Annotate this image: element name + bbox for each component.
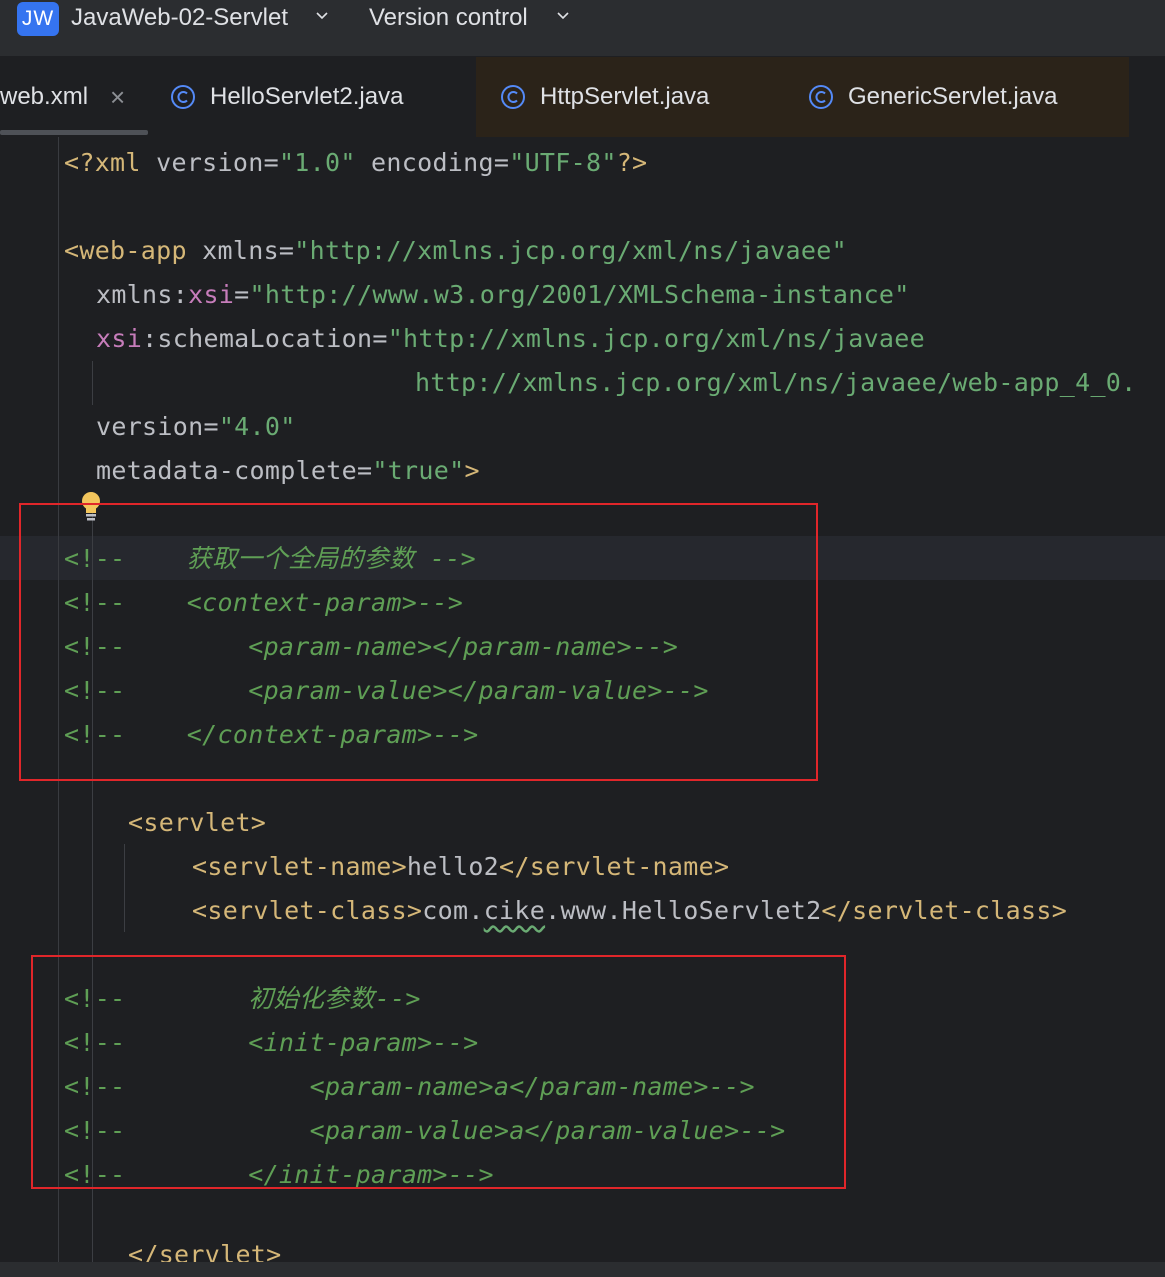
tab-label: GenericServlet.java bbox=[848, 83, 1058, 110]
project-name[interactable]: JavaWeb-02-Servlet bbox=[71, 4, 288, 32]
java-class-icon bbox=[171, 85, 195, 109]
horizontal-scrollbar[interactable] bbox=[0, 1262, 1165, 1277]
title-bar: JW JavaWeb-02-Servlet Version control bbox=[0, 0, 1165, 57]
close-icon[interactable]: × bbox=[110, 82, 125, 113]
code-line: xsi:schemaLocation="http://xmlns.jcp.org… bbox=[96, 324, 925, 353]
tab-label: web.xml bbox=[0, 83, 89, 110]
highlight-box-init-param bbox=[31, 955, 846, 1189]
code-line: version="4.0" bbox=[96, 412, 296, 441]
code-line: <?xml version="1.0" encoding="UTF-8"?> bbox=[64, 148, 648, 177]
tab-label: HelloServlet2.java bbox=[210, 83, 404, 110]
java-class-icon bbox=[501, 85, 525, 109]
code-line: <web-app xmlns="http://xmlns.jcp.org/xml… bbox=[64, 236, 847, 265]
code-line: http://xmlns.jcp.org/xml/ns/javaee/web-a… bbox=[415, 368, 1137, 397]
active-tab-indicator bbox=[0, 130, 148, 135]
indent-guide bbox=[92, 361, 93, 405]
chevron-down-icon[interactable] bbox=[314, 8, 330, 24]
highlight-box-context-param bbox=[19, 503, 818, 781]
code-line: xmlns:xsi="http://www.w3.org/2001/XMLSch… bbox=[96, 280, 910, 309]
editor-tab-bar: web.xml × HelloServlet2.java HttpServlet… bbox=[0, 57, 1165, 137]
chevron-down-icon[interactable] bbox=[555, 8, 571, 24]
version-control-menu[interactable]: Version control bbox=[369, 4, 528, 32]
tab-web-xml[interactable]: web.xml × bbox=[0, 57, 148, 137]
tab-helloservlet2[interactable]: HelloServlet2.java bbox=[170, 57, 403, 137]
indent-guide bbox=[124, 844, 125, 932]
code-line: </servlet> bbox=[128, 1240, 282, 1262]
tab-httpservlet[interactable]: HttpServlet.java bbox=[476, 57, 786, 137]
code-line: <servlet-class>com.cike.www.HelloServlet… bbox=[192, 896, 1068, 925]
code-line: <servlet> bbox=[128, 808, 267, 837]
tab-label: HttpServlet.java bbox=[540, 83, 710, 110]
code-line: metadata-complete="true"> bbox=[96, 456, 480, 485]
code-line: <servlet-name>hello2</servlet-name> bbox=[192, 852, 730, 881]
project-badge[interactable]: JW bbox=[17, 2, 59, 36]
java-class-icon bbox=[809, 85, 833, 109]
tab-genericservlet[interactable]: GenericServlet.java bbox=[786, 57, 1129, 137]
